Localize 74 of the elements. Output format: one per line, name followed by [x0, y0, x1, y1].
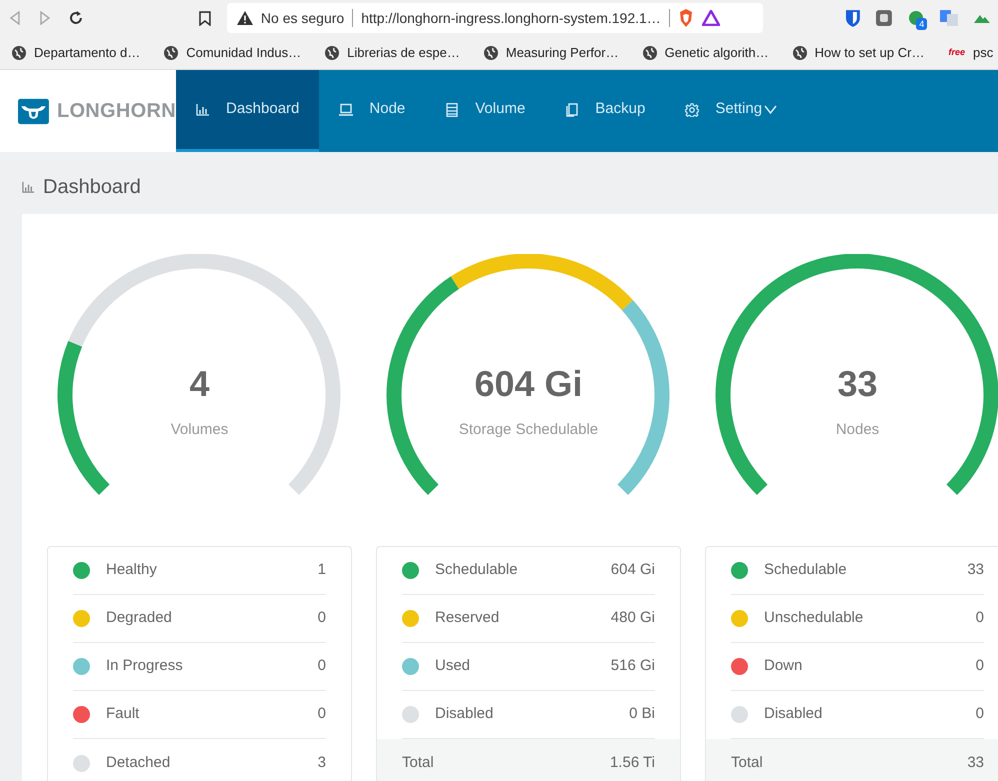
copy-icon — [565, 102, 580, 116]
warning-icon — [236, 11, 253, 25]
triangle-icon[interactable] — [702, 10, 720, 26]
url-text: http://longhorn-ingress.longhorn-system.192.1… — [361, 8, 661, 28]
legend-label: Degraded — [106, 608, 173, 628]
legend-count: 0 — [318, 656, 326, 676]
globe-icon — [484, 46, 498, 60]
security-label: No es seguro — [260, 8, 344, 28]
bookmark-link[interactable]: Measuring Perfor… — [478, 42, 625, 62]
globe-icon — [325, 46, 340, 60]
gauge-value: 604 Gi — [473, 362, 584, 406]
legend-label: Reserved — [435, 608, 500, 628]
address-bar[interactable]: No es seguro http://longhorn-ingress.longhorn-system.192.1… — [226, 3, 763, 33]
legend-label: Down — [764, 656, 804, 676]
legend-count: 33 — [967, 560, 984, 580]
notification-badge: 4 — [916, 18, 928, 30]
reload-icon[interactable] — [68, 10, 84, 26]
globe-icon — [642, 46, 657, 60]
legend-count: 0 — [976, 608, 984, 628]
legend-label: Disabled — [764, 704, 824, 724]
shield-icon[interactable] — [678, 9, 694, 27]
bookmark-link[interactable]: Librerias de espe… — [319, 42, 466, 62]
total-label: Total — [731, 752, 764, 773]
legend-label: Schedulable — [435, 560, 519, 580]
total-value: 33 — [967, 752, 984, 773]
legend-label: Detached — [106, 752, 172, 773]
chart-icon — [196, 102, 210, 116]
globe-icon — [792, 46, 807, 60]
bookmark-link[interactable]: Departamento d… — [6, 42, 146, 62]
globe-icon — [12, 46, 26, 60]
legend-count: 1 — [318, 560, 326, 580]
nav-tab[interactable]: Setting — [665, 70, 798, 152]
legend-count: 0 Bi — [629, 704, 655, 724]
legend-label: Used — [435, 656, 472, 676]
legend-label: Schedulable — [764, 560, 848, 580]
legend-label: Fault — [106, 704, 140, 724]
legend-count: 604 Gi — [610, 560, 655, 580]
legend-count: 3 — [318, 752, 326, 773]
gear-icon — [685, 102, 700, 116]
globe-icon — [164, 46, 178, 60]
gauge-label: Storage Schedulable — [458, 420, 600, 440]
shield-icon[interactable] — [844, 9, 860, 27]
legend-count: 480 Gi — [610, 608, 655, 628]
logo-text: LONGHORN — [56, 99, 176, 124]
gauge-label: Volumes — [170, 420, 230, 440]
square-icon[interactable] — [876, 10, 892, 26]
nav-tab[interactable]: Dashboard — [176, 70, 320, 152]
page-title: Dashboard — [43, 175, 141, 200]
total-label: Total — [402, 752, 435, 773]
legend-count: 0 — [976, 704, 984, 724]
bookmark-link[interactable]: How to set up Cr… — [786, 42, 930, 62]
translate-icon[interactable] — [940, 10, 958, 26]
legend-label: In Progress — [106, 656, 184, 676]
laptop-icon — [339, 102, 354, 116]
legend-count: 516 Gi — [610, 656, 655, 676]
nav-tab[interactable]: Node — [319, 70, 426, 152]
legend-count: 0 — [318, 608, 326, 628]
bookmark-link[interactable]: free psc — [942, 42, 998, 62]
legend-count: 0 — [318, 704, 326, 724]
server-icon — [445, 102, 460, 116]
nav-tab[interactable]: Volume — [425, 70, 546, 152]
gauge-value: 33 — [836, 362, 879, 406]
nav-tab[interactable]: Backup — [545, 70, 666, 152]
legend-label: Healthy — [106, 560, 158, 580]
legend-label: Unschedulable — [764, 608, 864, 628]
bookmark-link[interactable]: Genetic algorith… — [636, 42, 775, 62]
legend-count: 0 — [976, 656, 984, 676]
gauge-value: 4 — [188, 362, 211, 406]
chart-icon — [22, 180, 35, 194]
legend-label: Disabled — [435, 704, 494, 724]
bookmark-icon[interactable] — [199, 10, 211, 26]
total-value: 1.56 Ti — [610, 752, 655, 773]
gauge-label: Nodes — [834, 420, 880, 440]
bookmark-link[interactable]: Comunidad Indus… — [158, 42, 308, 62]
